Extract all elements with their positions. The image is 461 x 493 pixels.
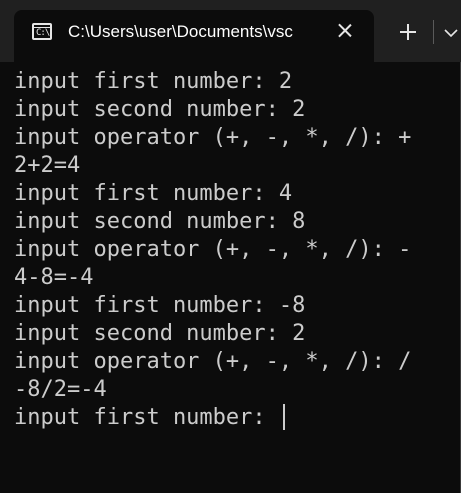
terminal-line: input operator (+, -, *, /): - xyxy=(14,236,411,264)
terminal-line-text: input first number: xyxy=(14,405,279,430)
terminal-line: input second number: 8 xyxy=(14,208,411,236)
terminal-line-text: 4-8=-4 xyxy=(14,265,94,290)
terminal-line: input operator (+, -, *, /): / xyxy=(14,348,411,376)
terminal-line: input operator (+, -, *, /): + xyxy=(14,124,411,152)
terminal-lines: input first number: 2 input second number… xyxy=(14,68,411,432)
terminal-line-text: input second number: 8 xyxy=(14,209,306,234)
terminal-line: input first number: 4 xyxy=(14,180,411,208)
terminal-line-text: input operator (+, -, *, /): + xyxy=(14,125,412,150)
tab-terminal[interactable]: C:\ C:\Users\user\Documents\vsc xyxy=(14,10,374,62)
tab-title: C:\Users\user\Documents\vsc xyxy=(68,22,293,41)
terminal-line: input first number: 2 xyxy=(14,68,411,96)
title-bar: C:\ C:\Users\user\Documents\vsc xyxy=(0,0,461,62)
terminal-line-text: 2+2=4 xyxy=(14,153,81,178)
terminal-line-text: -8/2=-4 xyxy=(14,377,107,402)
terminal-line: 4-8=-4 xyxy=(14,264,411,292)
terminal-line: -8/2=-4 xyxy=(14,376,411,404)
terminal-line-text: input first number: 2 xyxy=(14,69,293,94)
terminal-line-text: input operator (+, -, *, /): - xyxy=(14,237,412,262)
terminal-line-text: input operator (+, -, *, /): / xyxy=(14,349,412,374)
terminal-icon-glyph: C:\ xyxy=(36,28,50,38)
terminal-line-text: input first number: 4 xyxy=(14,181,293,206)
plus-icon[interactable] xyxy=(396,20,420,44)
terminal-line: 2+2=4 xyxy=(14,152,411,180)
close-icon[interactable] xyxy=(334,20,356,42)
terminal-line-text: input first number: -8 xyxy=(14,293,306,318)
terminal-window: C:\ C:\Users\user\Documents\vsc input fi… xyxy=(0,0,461,493)
terminal-icon: C:\ xyxy=(32,23,52,40)
terminal-line: input second number: 2 xyxy=(14,320,411,348)
titlebar-divider xyxy=(433,20,434,44)
chevron-down-icon[interactable] xyxy=(440,22,461,42)
terminal-line-text: input second number: 2 xyxy=(14,97,306,122)
terminal-line: input first number: xyxy=(14,404,411,432)
terminal-line: input second number: 2 xyxy=(14,96,411,124)
text-cursor xyxy=(282,404,285,430)
terminal-line-text: input second number: 2 xyxy=(14,321,306,346)
terminal-line: input first number: -8 xyxy=(14,292,411,320)
terminal-output[interactable]: input first number: 2 input second number… xyxy=(0,62,461,493)
